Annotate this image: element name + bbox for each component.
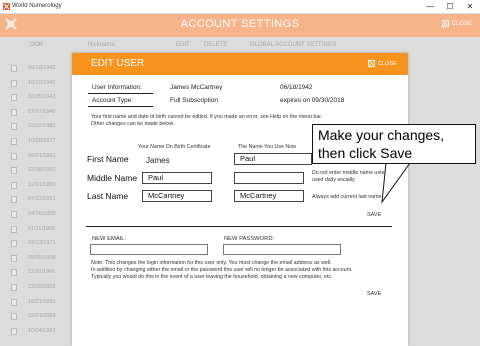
row-dob: 07/07/1940 xyxy=(28,108,56,115)
column-birth-name: Your Name On Birth Certificate xyxy=(138,144,211,150)
column-header-delete: DELETE xyxy=(204,42,228,48)
row-dob: 11/20/1966 xyxy=(28,269,56,276)
row-select-checkbox[interactable] xyxy=(11,196,17,204)
row-select-checkbox[interactable] xyxy=(11,79,17,87)
row-dob: 10/04/1963 xyxy=(28,327,56,334)
app-header: ACCOUNT SETTINGS CLOSE xyxy=(0,14,480,37)
section-divider xyxy=(86,226,392,227)
edit-note-line-1: Your first name and date of birth cannot… xyxy=(91,114,323,120)
row-select-checkbox[interactable] xyxy=(11,313,17,321)
window-titlebar: World Numerology — ☐ ✕ xyxy=(0,0,480,14)
dialog-close-button[interactable]: CLOSE xyxy=(368,60,397,67)
callout-line-1: Make your changes, xyxy=(318,127,445,143)
row-dob: 10/21/1990 xyxy=(28,298,56,305)
close-icon xyxy=(368,60,375,67)
first-name-current-field[interactable]: Paul xyxy=(234,153,312,165)
app-logo-icon xyxy=(3,3,10,10)
header-close-button[interactable]: CLOSE xyxy=(441,20,472,27)
new-email-label: NEW EMAIL: xyxy=(92,236,127,242)
row-dob: 06/18/1942 xyxy=(28,65,56,71)
row-dob: 04/16/2000 xyxy=(28,211,56,217)
row-select-checkbox[interactable] xyxy=(11,254,17,262)
row-select-checkbox[interactable] xyxy=(11,152,17,160)
row-select-checkbox[interactable] xyxy=(11,94,17,102)
divider xyxy=(88,93,153,94)
save-names-button[interactable]: SAVE xyxy=(367,212,381,218)
last-name-current-field[interactable]: McCartney xyxy=(234,190,304,202)
row-select-checkbox[interactable] xyxy=(11,240,17,248)
last-name-hint: Always add current last name xyxy=(312,194,382,200)
row-dob: 01/11/1960 xyxy=(28,225,56,232)
dialog-close-label: CLOSE xyxy=(378,60,397,67)
row-dob: 10/10/1940 xyxy=(28,79,56,86)
window-title: World Numerology xyxy=(12,3,62,9)
edit-user-dialog-header: EDIT USER CLOSE xyxy=(72,53,408,75)
row-select-checkbox[interactable] xyxy=(11,327,17,335)
row-dob: 10/05/1977 xyxy=(28,138,56,144)
row-select-checkbox[interactable] xyxy=(11,284,17,291)
last-name-label: Last Name xyxy=(87,191,129,201)
user-dob-value: 06/18/1942 xyxy=(280,84,313,91)
minimize-button[interactable]: — xyxy=(420,0,440,13)
row-select-checkbox[interactable] xyxy=(11,123,17,131)
middle-name-current-field[interactable] xyxy=(234,172,304,184)
middle-name-label: Middle Name xyxy=(87,173,138,183)
first-name-birth-value: James xyxy=(146,156,170,165)
new-password-field[interactable] xyxy=(223,244,341,255)
row-select-checkbox[interactable] xyxy=(11,211,17,218)
dialog-title: EDIT USER xyxy=(91,58,145,69)
row-dob: 02/08/1952 xyxy=(28,167,56,174)
login-note-line-1: Note: This changes the login information… xyxy=(91,260,332,266)
account-type-value: Full Subscription xyxy=(170,97,219,104)
row-select-checkbox[interactable] xyxy=(11,138,17,145)
row-dob: 06/01/1960 xyxy=(28,152,56,159)
user-name-value: James McCartney xyxy=(170,84,223,91)
save-login-button[interactable]: SAVE xyxy=(367,291,381,297)
close-icon xyxy=(441,20,449,27)
page-title: ACCOUNT SETTINGS xyxy=(180,18,300,30)
first-name-label: First Name xyxy=(87,154,129,164)
row-select-checkbox[interactable] xyxy=(11,298,17,306)
last-name-birth-field[interactable]: McCartney xyxy=(142,190,212,202)
row-dob: 02/01/2003 xyxy=(28,313,56,320)
row-dob: 02/25/1943 xyxy=(28,94,56,101)
row-select-checkbox[interactable] xyxy=(11,181,17,189)
row-select-checkbox[interactable] xyxy=(11,225,17,233)
row-dob: 07/22/1951 xyxy=(28,196,56,203)
callout-line-2: then click Save xyxy=(318,145,413,161)
window-close-button[interactable]: ✕ xyxy=(460,0,480,13)
edit-note-line-2: Other changes can be made below. xyxy=(91,121,175,127)
login-note-line-3: Typically you would do this in the event… xyxy=(91,274,333,280)
row-dob: 12/01/1990 xyxy=(28,181,56,188)
row-select-checkbox[interactable] xyxy=(11,269,17,277)
instruction-callout: Make your changes, then click Save xyxy=(312,124,476,164)
new-password-label: NEW PASSWORD: xyxy=(224,236,275,242)
maximize-button[interactable]: ☐ xyxy=(440,0,460,13)
row-select-checkbox[interactable] xyxy=(11,108,17,116)
middle-name-birth-field[interactable]: Paul xyxy=(142,172,212,184)
row-select-checkbox[interactable] xyxy=(11,167,17,175)
row-dob: 02/02/1982 xyxy=(28,123,56,130)
column-header-dob: DOB xyxy=(30,42,44,48)
row-select-checkbox[interactable] xyxy=(11,65,17,72)
row-dob: 05/05/1958 xyxy=(28,254,56,261)
row-dob: 03/13/1971 xyxy=(28,240,56,247)
callout-pointer xyxy=(381,162,411,204)
column-current-name: The Name You Use Now xyxy=(238,144,297,150)
divider xyxy=(88,106,153,107)
column-header-edit: EDIT xyxy=(176,42,190,48)
header-close-label: CLOSE xyxy=(451,20,472,27)
new-email-field[interactable] xyxy=(90,244,208,255)
user-info-label: User Information: xyxy=(92,84,142,91)
login-note-line-2: In addition by changing either the email… xyxy=(91,267,353,273)
account-type-label: Account Type: xyxy=(92,97,134,104)
expiry-date: expires on 09/30/2018 xyxy=(280,97,345,104)
row-dob: 12/29/2002 xyxy=(28,284,56,290)
column-header-nickname: Nickname xyxy=(88,42,115,48)
column-header-global-settings: GLOBAL ACCOUNT SETTINGS xyxy=(250,42,337,48)
